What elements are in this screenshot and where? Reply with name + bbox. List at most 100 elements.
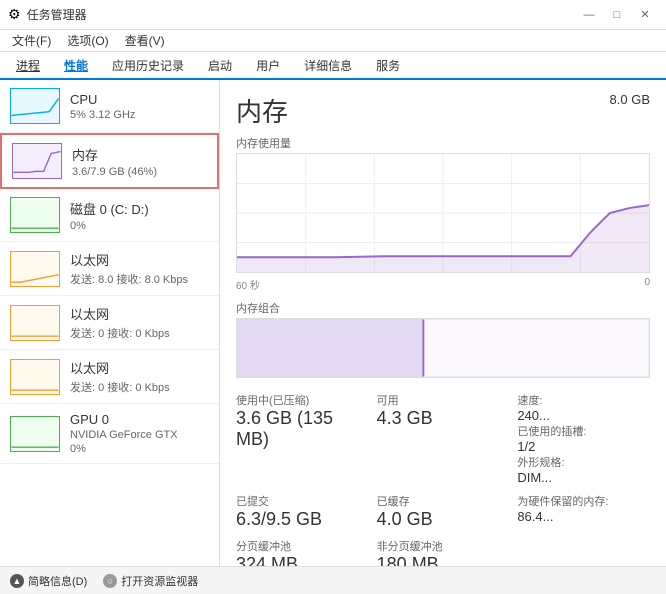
tab-processes[interactable]: 进程 <box>4 53 52 80</box>
eth2-info: 以太网 发送: 0 接收: 0 Kbps <box>70 304 209 341</box>
stat-cached: 已缓存 4.0 GB <box>377 491 510 532</box>
composition-label: 内存组合 <box>236 300 650 316</box>
status-monitor[interactable]: ○ 打开资源监视器 <box>103 573 198 589</box>
stat-in-use-value: 3.6 GB (135 MB) <box>236 408 369 450</box>
stat-form-label: 外形规格: <box>517 454 650 470</box>
disk-thumbnail <box>10 197 60 233</box>
stat-committed: 已提交 6.3/9.5 GB <box>236 491 369 532</box>
stat-in-use: 使用中(已压缩) 3.6 GB (135 MB) <box>236 390 369 487</box>
stat-form-value: DIM... <box>517 470 650 485</box>
monitor-label: 打开资源监视器 <box>121 573 198 589</box>
eth3-stat: 发送: 0 接收: 0 Kbps <box>70 379 209 395</box>
menu-view[interactable]: 查看(V) <box>117 30 173 51</box>
stat-committed-label: 已提交 <box>236 493 369 509</box>
eth2-label: 以太网 <box>70 304 209 323</box>
tab-users[interactable]: 用户 <box>244 53 292 80</box>
menu-file[interactable]: 文件(F) <box>4 30 59 51</box>
stat-hw-reserved: 为硬件保留的内存: 86.4... <box>517 491 650 532</box>
memory-chart-container: 7.9 GB <box>236 153 650 273</box>
stat-hw-reserved-value: 86.4... <box>517 509 650 524</box>
eth3-thumbnail <box>10 359 60 395</box>
memory-label: 内存 <box>72 145 207 164</box>
memory-info: 内存 3.6/7.9 GB (46%) <box>72 145 207 178</box>
time-left: 60 秒 <box>236 277 260 292</box>
stat-speed-label: 速度: <box>517 392 650 408</box>
status-brief[interactable]: ▲ 简略信息(D) <box>10 573 87 589</box>
memory-chart <box>236 153 650 273</box>
sidebar-item-gpu[interactable]: GPU 0 NVIDIA GeForce GTX 0% <box>0 404 219 464</box>
stats-grid: 使用中(已压缩) 3.6 GB (135 MB) 可用 4.3 GB 速度: 2… <box>236 390 650 566</box>
stat-hw-reserved-label: 为硬件保留的内存: <box>517 493 650 509</box>
eth1-thumbnail <box>10 251 60 287</box>
tab-performance[interactable]: 性能 <box>52 53 100 80</box>
stat-paged-pool-value: 324 MB <box>236 554 369 566</box>
cpu-thumbnail <box>10 88 60 124</box>
gpu-label: GPU 0 <box>70 412 209 427</box>
panel-title: 内存 <box>236 92 288 129</box>
tab-app-history[interactable]: 应用历史记录 <box>100 53 196 80</box>
time-right: 0 <box>644 277 650 292</box>
stat-in-use-label: 使用中(已压缩) <box>236 392 369 408</box>
eth2-thumbnail <box>10 305 60 341</box>
brief-icon: ▲ <box>10 574 24 588</box>
status-bar: ▲ 简略信息(D) ○ 打开资源监视器 <box>0 566 666 594</box>
stat-speed: 速度: 240... 已使用的插槽: 1/2 外形规格: DIM... <box>517 390 650 487</box>
stat-cached-label: 已缓存 <box>377 493 510 509</box>
disk-stat: 0% <box>70 220 209 232</box>
stat-paged-pool-label: 分页缓冲池 <box>236 538 369 554</box>
tab-services[interactable]: 服务 <box>364 53 412 80</box>
maximize-button[interactable]: □ <box>604 4 630 26</box>
stat-available-value: 4.3 GB <box>377 408 510 429</box>
main-content: CPU 5% 3.12 GHz 内存 3.6/7.9 GB (46%) <box>0 80 666 566</box>
stat-slots-value: 1/2 <box>517 439 650 454</box>
sidebar-item-disk[interactable]: 磁盘 0 (C: D:) 0% <box>0 189 219 242</box>
composition-chart <box>236 318 650 378</box>
sidebar-item-eth3[interactable]: 以太网 发送: 0 接收: 0 Kbps <box>0 350 219 404</box>
panel-total: 8.0 GB <box>610 92 650 107</box>
stat-paged-pool: 分页缓冲池 324 MB <box>236 536 369 566</box>
gpu-stat1: NVIDIA GeForce GTX <box>70 429 209 441</box>
brief-label: 简略信息(D) <box>28 573 87 589</box>
stat-speed-value: 240... <box>517 408 650 423</box>
tab-details[interactable]: 详细信息 <box>292 53 364 80</box>
eth1-label: 以太网 <box>70 250 209 269</box>
app-title: 任务管理器 <box>27 6 87 23</box>
gpu-info: GPU 0 NVIDIA GeForce GTX 0% <box>70 412 209 455</box>
sidebar-item-cpu[interactable]: CPU 5% 3.12 GHz <box>0 80 219 133</box>
sidebar-item-eth2[interactable]: 以太网 发送: 0 接收: 0 Kbps <box>0 296 219 350</box>
tab-bar: 进程 性能 应用历史记录 启动 用户 详细信息 服务 <box>0 52 666 80</box>
cpu-label: CPU <box>70 92 209 107</box>
stat-committed-value: 6.3/9.5 GB <box>236 509 369 530</box>
monitor-icon: ○ <box>103 574 117 588</box>
gpu-stat2: 0% <box>70 443 209 455</box>
eth3-info: 以太网 发送: 0 接收: 0 Kbps <box>70 358 209 395</box>
memory-thumbnail <box>12 143 62 179</box>
eth3-label: 以太网 <box>70 358 209 377</box>
cpu-stat: 5% 3.12 GHz <box>70 109 209 121</box>
right-panel: 内存 8.0 GB 内存使用量 7.9 GB <box>220 80 666 566</box>
title-bar-left: ⚙ 任务管理器 <box>8 6 87 23</box>
eth1-info: 以太网 发送: 8.0 接收: 8.0 Kbps <box>70 250 209 287</box>
menu-bar: 文件(F) 选项(O) 查看(V) <box>0 30 666 52</box>
panel-header: 内存 8.0 GB <box>236 92 650 129</box>
chart-usage-label: 内存使用量 <box>236 135 650 151</box>
title-controls: — □ ✕ <box>576 4 658 26</box>
stat-cached-value: 4.0 GB <box>377 509 510 530</box>
eth2-stat: 发送: 0 接收: 0 Kbps <box>70 325 209 341</box>
menu-options[interactable]: 选项(O) <box>59 30 116 51</box>
sidebar-item-eth1[interactable]: 以太网 发送: 8.0 接收: 8.0 Kbps <box>0 242 219 296</box>
gpu-thumbnail <box>10 416 60 452</box>
disk-label: 磁盘 0 (C: D:) <box>70 199 209 218</box>
cpu-info: CPU 5% 3.12 GHz <box>70 92 209 121</box>
stat-available: 可用 4.3 GB <box>377 390 510 487</box>
title-bar: ⚙ 任务管理器 — □ ✕ <box>0 0 666 30</box>
stat-nonpaged-pool: 非分页缓冲池 180 MB <box>377 536 510 566</box>
stat-nonpaged-pool-label: 非分页缓冲池 <box>377 538 510 554</box>
eth1-stat: 发送: 8.0 接收: 8.0 Kbps <box>70 271 209 287</box>
close-button[interactable]: ✕ <box>632 4 658 26</box>
sidebar-item-memory[interactable]: 内存 3.6/7.9 GB (46%) <box>0 133 219 189</box>
tab-startup[interactable]: 启动 <box>196 53 244 80</box>
chart-time-labels: 60 秒 0 <box>236 277 650 292</box>
minimize-button[interactable]: — <box>576 4 602 26</box>
disk-info: 磁盘 0 (C: D:) 0% <box>70 199 209 232</box>
